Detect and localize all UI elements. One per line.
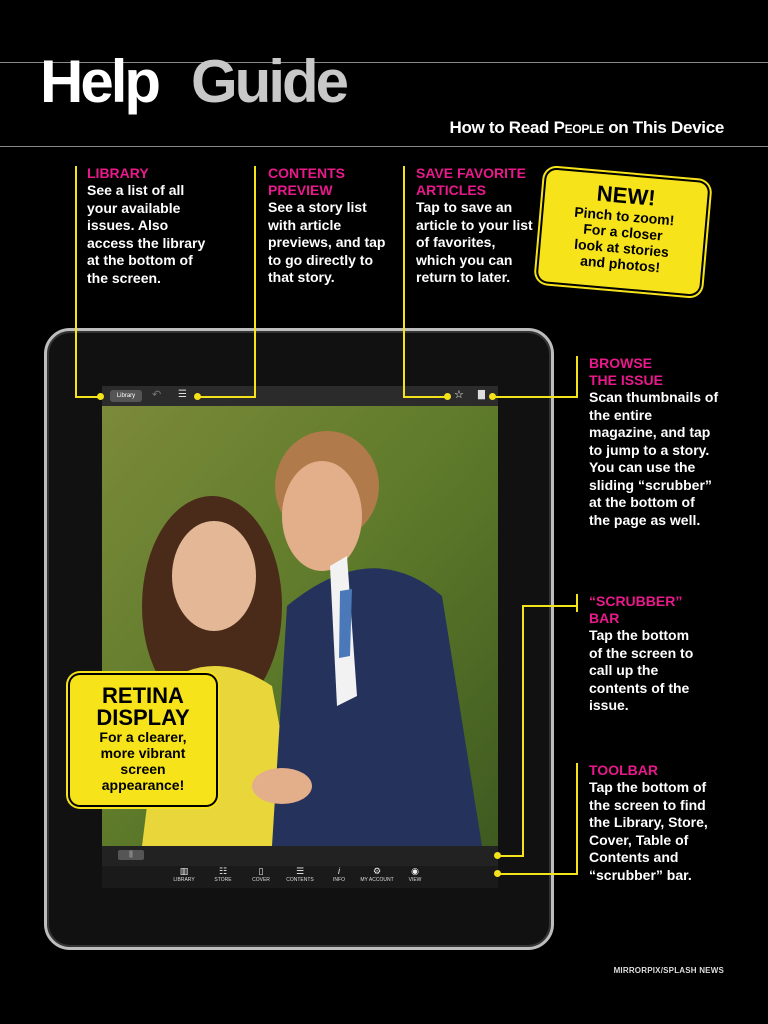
leader-dot bbox=[97, 393, 104, 400]
leader-line-scrubber bbox=[576, 594, 578, 612]
leader-dot bbox=[489, 393, 496, 400]
leader-line-library bbox=[75, 166, 77, 397]
leader-line-toolbar bbox=[576, 763, 578, 875]
leader-line-scrubber bbox=[522, 605, 524, 857]
retina-callout: RETINA DISPLAY For a clearer, more vibra… bbox=[70, 675, 216, 805]
page-subtitle: How to Read People on This Device bbox=[449, 118, 725, 137]
annotation-save-heading: SAVE FAVORITE ARTICLES bbox=[416, 165, 526, 198]
library-button[interactable]: Library bbox=[110, 390, 142, 402]
header-rule bbox=[0, 146, 768, 147]
retina-line: more vibrant bbox=[100, 745, 186, 761]
new-callout: NEW! Pinch to zoom! For a closer look at… bbox=[537, 169, 709, 295]
app-toolbar: ▥ LIBRARY ☷ STORE ▯ COVER ☰ CONTENTS i INFO ⚙… bbox=[102, 866, 498, 888]
annotation-library: LIBRARY See a list of all your available… bbox=[87, 165, 217, 287]
annotation-browse-heading: BROWSE THE ISSUE bbox=[589, 355, 663, 388]
info-icon: i bbox=[338, 866, 340, 876]
toolbar-my-account[interactable]: ⚙ MY ACCOUNT bbox=[357, 866, 397, 883]
leader-line-scrubber bbox=[498, 855, 524, 857]
toolbar-info[interactable]: i INFO bbox=[319, 866, 359, 883]
retina-line: screen bbox=[120, 761, 166, 777]
annotation-library-heading: LIBRARY bbox=[87, 165, 149, 181]
annotation-browse: BROWSE THE ISSUE Scan thumbnails of the … bbox=[589, 355, 719, 529]
leader-line-scrubber bbox=[522, 605, 578, 607]
retina-title: DISPLAY bbox=[96, 705, 190, 730]
scrubber-bar[interactable]: || bbox=[102, 846, 498, 866]
cover-icon: ▯ bbox=[258, 866, 264, 876]
leader-dot bbox=[494, 852, 501, 859]
browse-thumbnails-icon[interactable]: ▇ bbox=[478, 389, 485, 400]
favorite-star-icon[interactable]: ☆ bbox=[454, 388, 464, 401]
leader-line-toolbar bbox=[498, 873, 578, 875]
annotation-contents-heading: CONTENTS PREVIEW bbox=[268, 165, 345, 198]
eye-icon: ◉ bbox=[411, 866, 419, 876]
list-icon: ☰ bbox=[295, 866, 305, 876]
toolbar-store[interactable]: ☷ STORE bbox=[203, 866, 243, 883]
page-title-guide: Guide bbox=[191, 48, 349, 115]
annotation-contents-preview: CONTENTS PREVIEW See a story list with a… bbox=[268, 165, 393, 287]
toolbar-library[interactable]: ▥ LIBRARY bbox=[164, 866, 204, 883]
annotation-contents-body: See a story list with article previews, … bbox=[268, 199, 386, 285]
back-icon[interactable]: ↶ bbox=[152, 388, 161, 401]
leader-line-favorites bbox=[403, 396, 447, 398]
scrubber-handle[interactable]: || bbox=[118, 850, 144, 860]
annotation-toolbar: TOOLBAR Tap the bottom of the screen to … bbox=[589, 762, 719, 884]
retina-line: For a clearer, bbox=[99, 729, 187, 745]
annotation-save-favorites: SAVE FAVORITE ARTICLES Tap to save an ar… bbox=[416, 165, 538, 287]
leader-dot bbox=[444, 393, 451, 400]
leader-line-browse bbox=[493, 396, 578, 398]
retina-line: appearance! bbox=[101, 777, 185, 793]
cart-icon: ☷ bbox=[218, 866, 228, 876]
library-icon: ▥ bbox=[179, 866, 189, 876]
retina-title: RETINA bbox=[102, 683, 184, 708]
annotation-toolbar-heading: TOOLBAR bbox=[589, 762, 658, 778]
leader-line-browse bbox=[576, 356, 578, 398]
leader-line-contents bbox=[198, 396, 256, 398]
leader-dot bbox=[494, 870, 501, 877]
toolbar-view[interactable]: ◉ VIEW bbox=[395, 866, 435, 883]
leader-line-favorites bbox=[403, 166, 405, 397]
leader-dot bbox=[194, 393, 201, 400]
annotation-scrubber-body: Tap the bottom of the screen to call up … bbox=[589, 627, 694, 713]
toolbar-contents[interactable]: ☰ CONTENTS bbox=[280, 866, 320, 883]
annotation-browse-body: Scan thumbnails of the entire magazine, … bbox=[589, 389, 719, 528]
annotation-toolbar-body: Tap the bottom of the screen to find the… bbox=[589, 779, 708, 883]
annotation-save-body: Tap to save an article to your list of f… bbox=[416, 199, 533, 285]
annotation-scrubber: “SCRUBBER” BAR Tap the bottom of the scr… bbox=[589, 593, 704, 715]
toolbar-cover[interactable]: ▯ COVER bbox=[241, 866, 281, 883]
page-title-help: Help bbox=[40, 48, 161, 115]
contents-list-icon[interactable]: ☰ bbox=[178, 389, 187, 400]
annotation-library-body: See a list of all your available issues.… bbox=[87, 182, 206, 286]
gear-icon: ⚙ bbox=[372, 866, 382, 876]
annotation-scrubber-heading: “SCRUBBER” BAR bbox=[589, 593, 683, 626]
leader-line-contents bbox=[254, 166, 256, 397]
photo-credit: MIRRORPIX/SPLASH NEWS bbox=[613, 966, 724, 975]
